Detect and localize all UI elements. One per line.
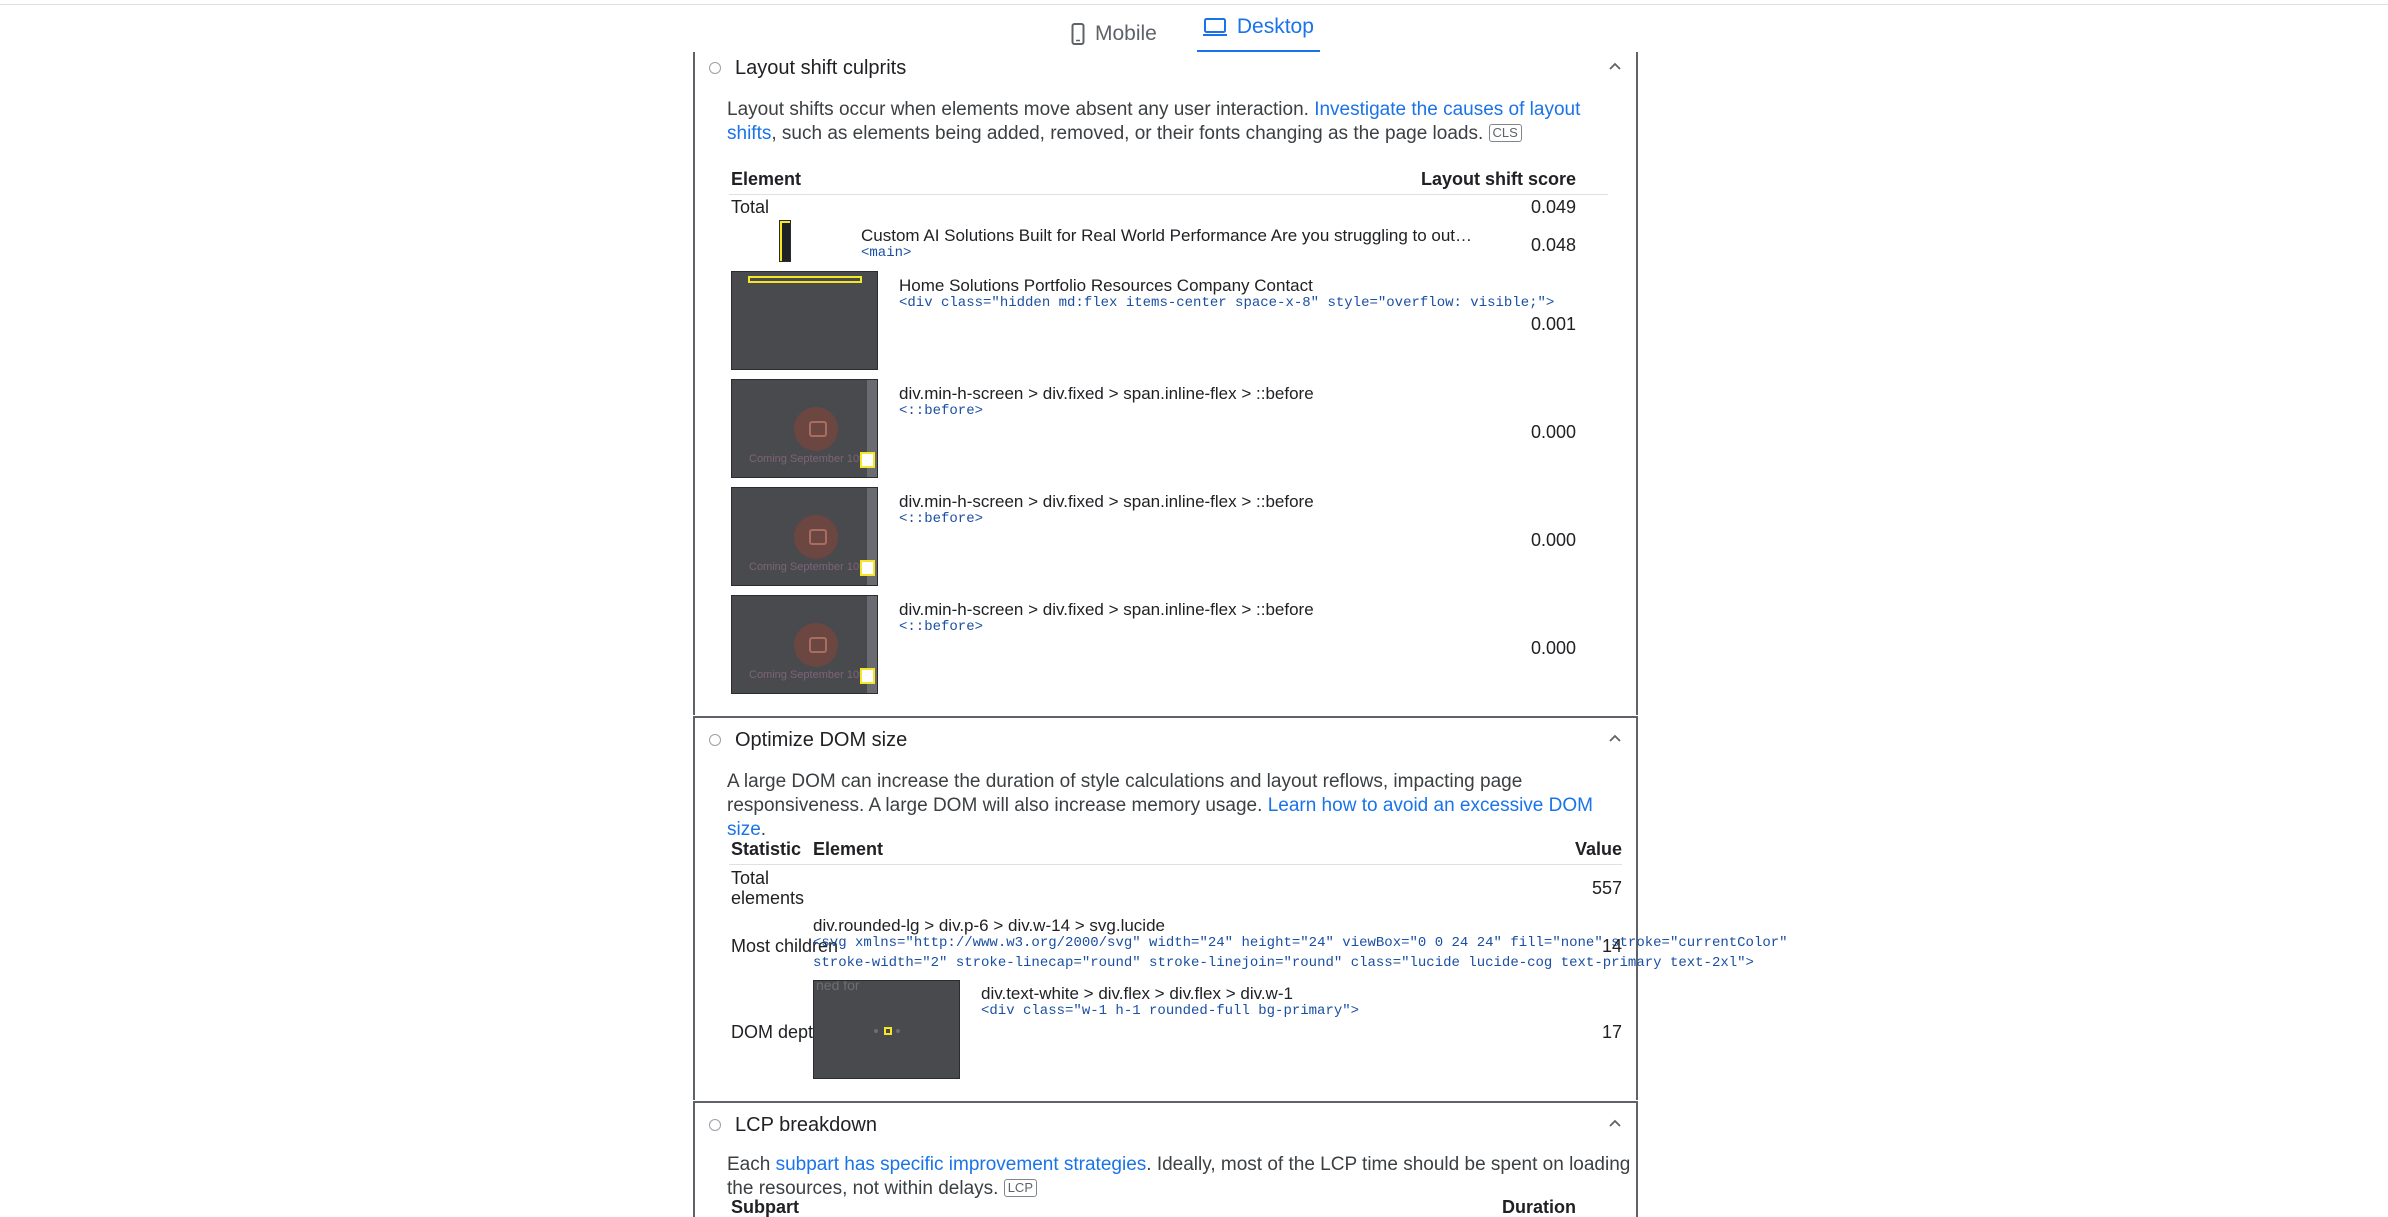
chat-bubble-icon <box>794 623 839 668</box>
row-score: 0.000 <box>1530 530 1576 550</box>
row-element-code[interactable]: <div class="hidden md:flex items-center … <box>899 295 1554 311</box>
tab-desktop-label: Desktop <box>1236 15 1314 38</box>
col-value: Value <box>1574 839 1622 859</box>
table-divider <box>729 864 1622 865</box>
row-score: 0.048 <box>1530 235 1576 255</box>
row-element-text: div.min-h-screen > div.fixed > span.inli… <box>899 600 1314 619</box>
row-element-code[interactable]: <::before> <box>899 619 983 635</box>
row-score: 0.000 <box>1530 638 1576 658</box>
mobile-icon <box>1071 23 1085 45</box>
row-element-text: Custom AI Solutions Built for Real World… <box>861 226 1473 245</box>
thumbnail-caption: Coming September 10th <box>749 453 869 465</box>
most-children-value: 14 <box>1601 936 1622 956</box>
lcp-badge: LCP <box>1003 1179 1037 1197</box>
row-element-code[interactable]: <::before> <box>899 403 983 419</box>
status-circle-icon <box>709 734 721 746</box>
thumbnail-caption: ned for <box>816 980 860 993</box>
total-label: Total <box>731 197 770 217</box>
dom-size-panel: Optimize DOM size A large DOM can increa… <box>693 716 1788 1100</box>
lcp-strategies-link[interactable]: subpart has specific improvement strateg… <box>776 1154 1147 1175</box>
label-line: Total <box>731 868 770 888</box>
col-duration: Duration <box>1502 1197 1576 1217</box>
element-thumbnail: Coming September 10th <box>731 595 878 694</box>
device-tabs: Mobile Desktop <box>1065 14 1320 54</box>
dom-size-description: A large DOM can increase the duration of… <box>727 770 1627 842</box>
row-element-code[interactable]: <::before> <box>899 511 983 527</box>
most-children-code[interactable]: <svg xmlns="http://www.w3.org/2000/svg" … <box>813 935 1788 951</box>
desc-text: . <box>760 819 767 840</box>
chevron-up-icon[interactable] <box>1608 1118 1622 1128</box>
col-layout-shift-score: Layout shift score <box>1420 169 1576 189</box>
table-divider <box>729 194 1608 195</box>
dom-size-header[interactable]: Optimize DOM size <box>709 724 1622 756</box>
chevron-up-icon[interactable] <box>1608 733 1622 743</box>
col-subpart: Subpart <box>731 1197 800 1217</box>
layout-shift-title: Layout shift culprits <box>735 56 907 79</box>
row-element-text: div.min-h-screen > div.fixed > span.inli… <box>899 492 1314 511</box>
layout-shift-description: Layout shifts occur when elements move a… <box>727 98 1607 146</box>
most-children-code[interactable]: stroke-width="2" stroke-linecap="round" … <box>813 955 1754 971</box>
highlight-box <box>860 452 875 468</box>
highlight-box <box>860 668 875 684</box>
row-element-text: div.min-h-screen > div.fixed > span.inli… <box>899 384 1314 403</box>
dom-size-title: Optimize DOM size <box>735 728 908 751</box>
dom-depth-value: 17 <box>1601 1022 1622 1042</box>
lcp-breakdown-header[interactable]: LCP breakdown <box>709 1109 1622 1141</box>
layout-shift-header[interactable]: Layout shift culprits <box>709 52 1622 84</box>
col-element: Element <box>813 839 884 859</box>
dom-depth-label: DOM depth <box>731 1022 824 1042</box>
status-circle-icon <box>709 62 721 74</box>
lcp-breakdown-title: LCP breakdown <box>735 1113 877 1136</box>
chevron-up-icon[interactable] <box>1608 61 1622 71</box>
highlight-box <box>884 1027 892 1035</box>
highlight-box <box>780 221 790 261</box>
dom-depth-code[interactable]: <div class="w-1 h-1 rounded-full bg-prim… <box>981 1003 1359 1019</box>
element-thumbnail <box>779 220 791 262</box>
tab-mobile-label: Mobile <box>1095 22 1157 45</box>
row-score: 0.001 <box>1530 314 1576 334</box>
layout-shift-panel: Layout shift culprits Layout shifts occu… <box>693 52 1638 715</box>
lcp-description: Each subpart has specific improvement st… <box>727 1153 1637 1201</box>
cls-badge: CLS <box>1488 124 1522 142</box>
tab-desktop[interactable]: Desktop <box>1196 14 1320 53</box>
desc-text: Layout shifts occur when elements move a… <box>727 99 1315 120</box>
element-thumbnail: Coming September 10th <box>731 379 878 478</box>
top-divider <box>0 0 2388 5</box>
thumbnail-caption: Coming September 10th <box>749 669 869 681</box>
col-element: Element <box>731 169 802 189</box>
highlight-box <box>748 276 862 283</box>
label-line: elements <box>731 888 805 908</box>
desc-text: , such as elements being added, removed,… <box>771 123 1484 144</box>
row-score: 0.000 <box>1530 422 1576 442</box>
most-children-selector: div.rounded-lg > div.p-6 > div.w-14 > sv… <box>813 916 1165 935</box>
element-thumbnail: Coming September 10th <box>731 487 878 586</box>
chat-bubble-icon <box>794 407 839 452</box>
chat-bubble-icon <box>794 515 839 560</box>
col-statistic: Statistic <box>731 839 802 859</box>
highlight-box <box>860 560 875 576</box>
status-circle-icon <box>709 1119 721 1131</box>
element-thumbnail: ned for <box>813 980 960 1079</box>
element-thumbnail <box>731 271 878 370</box>
tab-mobile[interactable]: Mobile <box>1065 14 1163 54</box>
lcp-breakdown-panel: LCP breakdown Each subpart has specific … <box>693 1101 1638 1217</box>
dom-depth-selector: div.text-white > div.flex > div.flex > d… <box>981 984 1293 1003</box>
total-elements-label: Total elements <box>731 868 804 908</box>
thumbnail-caption: Coming September 10th <box>749 561 869 573</box>
desktop-icon <box>1202 18 1227 36</box>
desc-text: Each <box>727 1154 776 1175</box>
total-score: 0.049 <box>1530 197 1576 217</box>
total-elements-value: 557 <box>1591 878 1622 898</box>
row-element-text: Home Solutions Portfolio Resources Compa… <box>899 276 1313 295</box>
row-element-code[interactable]: <main> <box>861 245 911 261</box>
